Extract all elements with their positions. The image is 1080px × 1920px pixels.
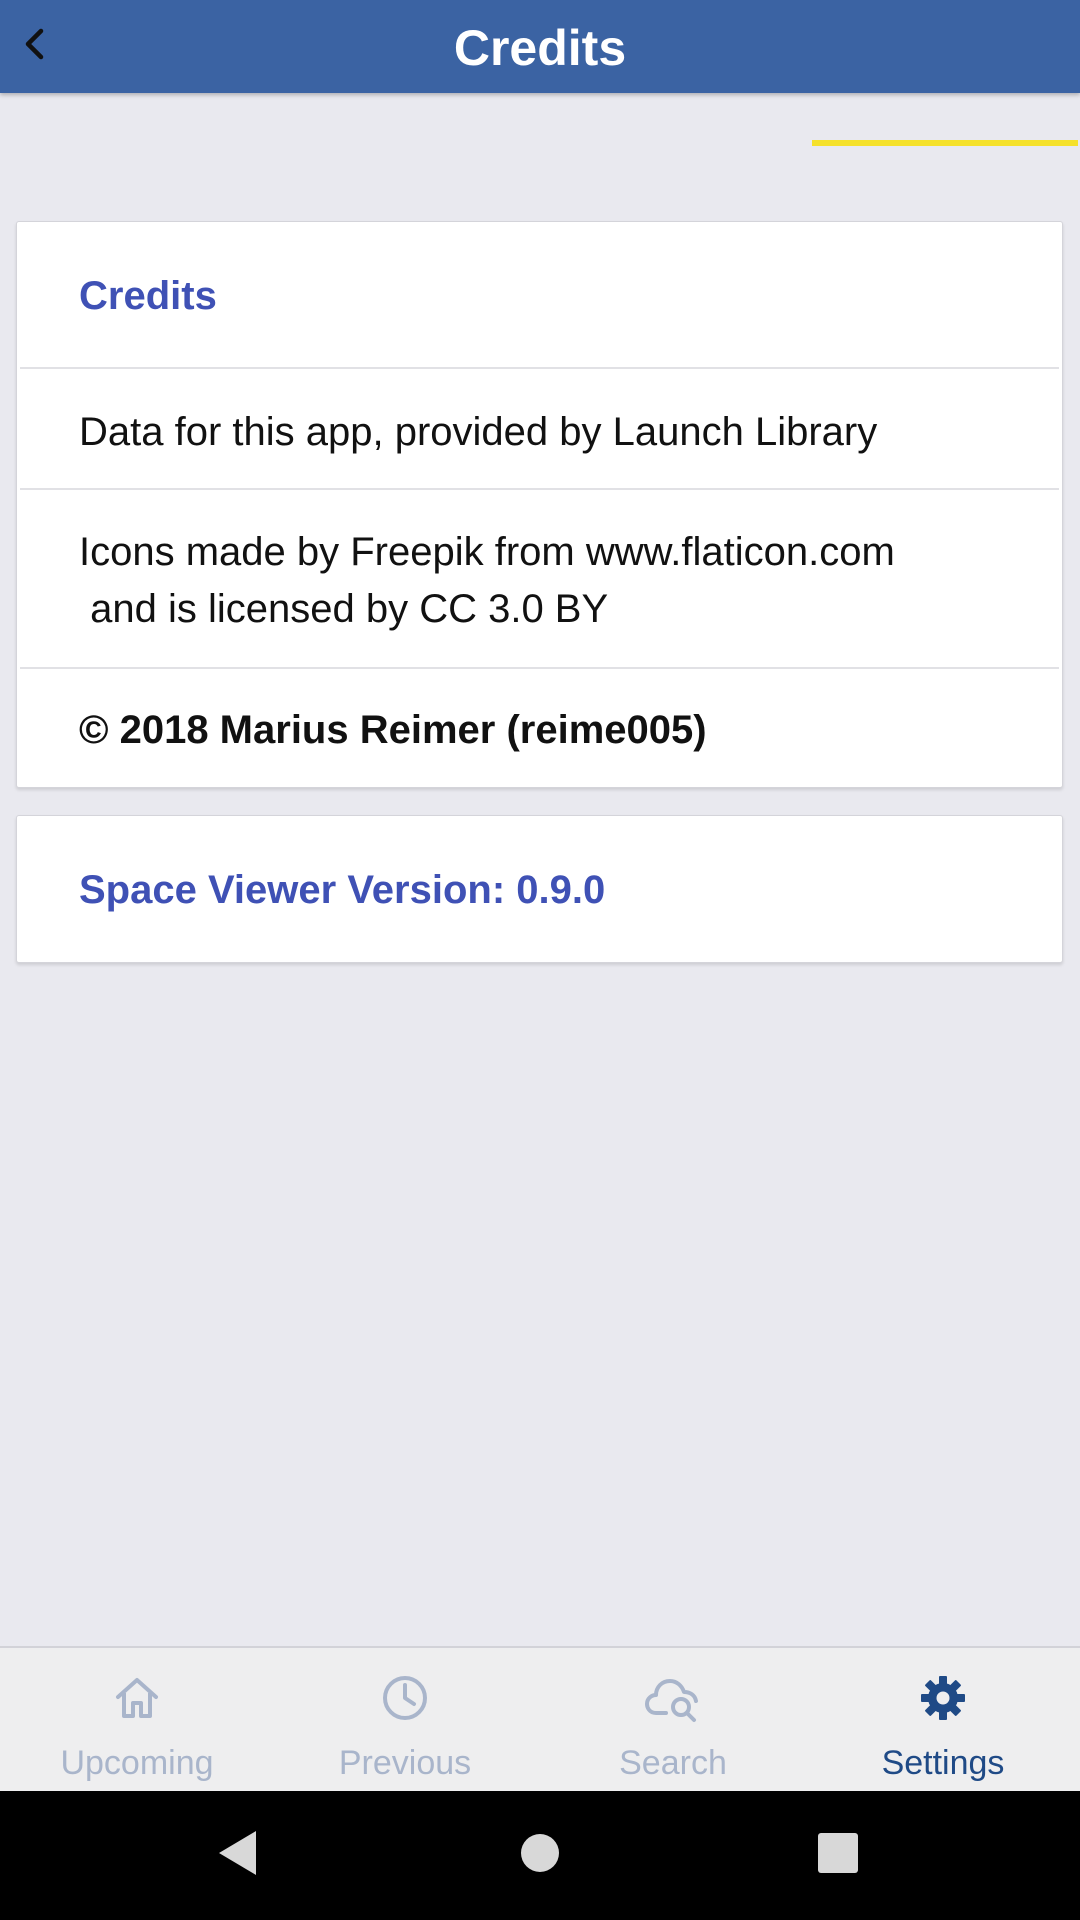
nav-tab-previous[interactable]: Previous <box>270 1648 540 1791</box>
home-icon <box>2 1670 272 1726</box>
version-text: Space Viewer Version: 0.9.0 <box>79 868 606 912</box>
copyright-text: © 2018 Marius Reimer (reime005) <box>79 708 707 752</box>
system-back-button[interactable] <box>206 1823 270 1887</box>
gear-icon <box>808 1670 1078 1726</box>
launch-library-credit[interactable]: Data for this app, provided by Launch Li… <box>20 404 1059 461</box>
clock-icon <box>270 1670 540 1726</box>
nav-label-search: Search <box>619 1744 727 1782</box>
credits-card-title: Credits <box>79 274 217 318</box>
system-recents-button[interactable] <box>806 1823 870 1887</box>
nav-tab-upcoming[interactable]: Upcoming <box>2 1648 272 1791</box>
nav-label-settings: Settings <box>881 1744 1005 1782</box>
square-recents-icon <box>817 1832 859 1879</box>
divider <box>20 667 1059 669</box>
system-home-button[interactable] <box>508 1823 572 1887</box>
divider <box>20 367 1059 369</box>
system-navigation-bar <box>0 1791 1080 1920</box>
circle-home-icon <box>520 1833 560 1878</box>
bottom-navigation: Upcoming Previous Search Settings <box>0 1646 1080 1791</box>
icons-credit-line2: and is licensed by CC 3.0 BY <box>79 587 609 631</box>
app-bar: Credits <box>0 0 1080 93</box>
nav-tab-settings[interactable]: Settings <box>808 1648 1078 1791</box>
triangle-back-icon <box>216 1829 260 1882</box>
icons-credit[interactable]: Icons made by Freepik from www.flaticon.… <box>20 524 1059 638</box>
page-title: Credits <box>453 20 627 76</box>
nav-tab-search[interactable]: Search <box>538 1648 808 1791</box>
divider <box>20 488 1059 490</box>
nav-label-previous: Previous <box>338 1744 472 1782</box>
nav-label-upcoming: Upcoming <box>60 1744 214 1782</box>
version-card: Space Viewer Version: 0.9.0 <box>16 815 1063 963</box>
cloud-search-icon <box>538 1670 808 1726</box>
credits-card: Credits Data for this app, provided by L… <box>16 221 1063 788</box>
active-tab-indicator <box>812 140 1078 146</box>
icons-credit-line1: Icons made by Freepik from www.flaticon.… <box>79 530 895 574</box>
